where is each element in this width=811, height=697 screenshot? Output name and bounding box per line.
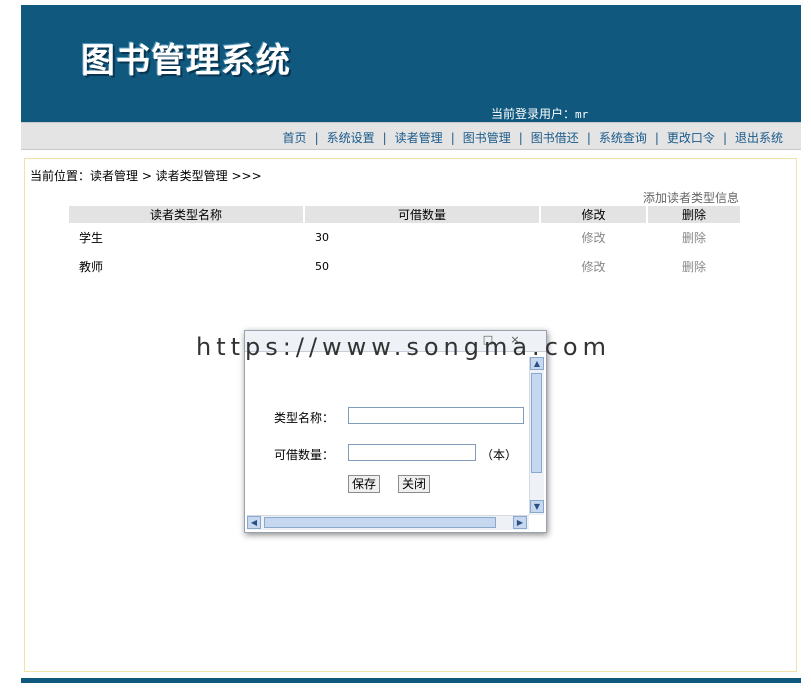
- current-user-label: 当前登录用户：: [491, 107, 576, 121]
- nav-separator: |: [450, 130, 455, 145]
- nav-separator: |: [654, 130, 659, 145]
- borrow-count-label: 可借数量：: [274, 448, 335, 462]
- scroll-thumb[interactable]: [531, 373, 542, 473]
- table-row: 教师 50 修改 删除: [69, 252, 740, 281]
- nav-system-query[interactable]: 系统查询: [599, 129, 647, 146]
- nav-separator: |: [586, 130, 591, 145]
- nav-book-management[interactable]: 图书管理: [463, 129, 511, 146]
- nav-logout[interactable]: 退出系统: [735, 129, 783, 146]
- nav-change-password[interactable]: 更改口令: [667, 129, 715, 146]
- col-header-edit: 修改: [541, 206, 646, 223]
- reader-type-table: 读者类型名称 可借数量 修改 删除 学生 30 修改 删除 教师 50 修改 删…: [67, 206, 742, 281]
- cell-type-name: 学生: [79, 231, 104, 245]
- type-name-label: 类型名称：: [274, 411, 335, 425]
- col-header-type-name: 读者类型名称: [69, 206, 303, 223]
- delete-link[interactable]: 删除: [648, 252, 740, 281]
- edit-link[interactable]: 修改: [541, 252, 646, 281]
- breadcrumb: 当前位置：读者管理 > 读者类型管理 >>>: [30, 169, 262, 183]
- nav-reader-management[interactable]: 读者管理: [395, 129, 443, 146]
- horizontal-scrollbar[interactable]: ◀ ▶: [247, 515, 529, 530]
- app-logo: 图书管理系统: [81, 41, 291, 81]
- scroll-right-icon[interactable]: ▶: [513, 516, 527, 529]
- cell-borrow-count: 30: [315, 231, 329, 244]
- table-header-row: 读者类型名称 可借数量 修改 删除: [69, 206, 740, 223]
- nav-menu: 首页 | 系统设置 | 读者管理 | 图书管理 | 图书借还 | 系统查询 | …: [283, 129, 783, 146]
- unit-label: （本）: [481, 448, 518, 462]
- cell-borrow-count: 50: [315, 260, 329, 273]
- nav-bar: 首页 | 系统设置 | 读者管理 | 图书管理 | 图书借还 | 系统查询 | …: [21, 122, 801, 150]
- col-header-delete: 删除: [648, 206, 740, 223]
- footer-bar: [21, 678, 801, 683]
- add-reader-type-link[interactable]: 添加读者类型信息: [643, 189, 739, 206]
- save-button[interactable]: 保存: [348, 475, 381, 493]
- close-button[interactable]: 关闭: [398, 475, 431, 493]
- nav-separator: |: [382, 130, 387, 145]
- current-user: 当前登录用户：mr: [491, 105, 588, 122]
- borrow-count-input[interactable]: [348, 444, 476, 461]
- nav-borrow-return[interactable]: 图书借还: [531, 129, 579, 146]
- scroll-down-icon[interactable]: ▼: [530, 500, 544, 513]
- vertical-scrollbar[interactable]: ▲ ▼: [529, 357, 544, 515]
- cell-type-name: 教师: [79, 260, 104, 274]
- nav-separator: |: [518, 130, 523, 145]
- nav-separator: |: [314, 130, 319, 145]
- nav-home[interactable]: 首页: [283, 129, 307, 146]
- nav-separator: |: [722, 130, 727, 145]
- edit-link[interactable]: 修改: [541, 223, 646, 252]
- delete-link[interactable]: 删除: [648, 223, 740, 252]
- table-row: 学生 30 修改 删除: [69, 223, 740, 252]
- nav-system-settings[interactable]: 系统设置: [327, 129, 375, 146]
- watermark: https://www.songma.com: [196, 333, 611, 361]
- current-user-name: mr: [575, 108, 589, 121]
- type-name-input[interactable]: [348, 407, 524, 424]
- header-banner: 图书管理系统 当前登录用户：mr: [21, 5, 801, 122]
- scroll-left-icon[interactable]: ◀: [247, 516, 261, 529]
- col-header-borrow-count: 可借数量: [305, 206, 539, 223]
- scroll-thumb-horizontal[interactable]: [264, 517, 496, 528]
